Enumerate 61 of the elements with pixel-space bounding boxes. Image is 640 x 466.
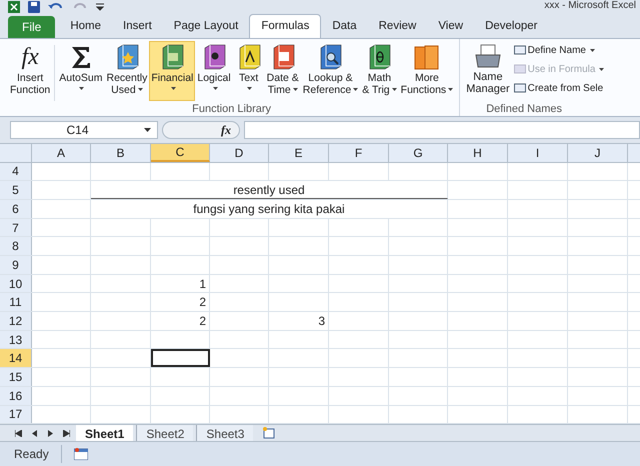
name-box[interactable]: C14 bbox=[10, 120, 158, 139]
column-header[interactable]: E bbox=[269, 144, 329, 162]
group-label: Defined Names bbox=[485, 102, 564, 117]
ribbon-tab[interactable]: Data bbox=[321, 16, 368, 38]
row-header[interactable]: 5 bbox=[0, 181, 32, 199]
row-header[interactable]: 11 bbox=[0, 293, 32, 312]
ribbon-button[interactable]: More Functions bbox=[398, 40, 456, 101]
ribbon-button[interactable]: Lookup & Reference bbox=[300, 40, 360, 101]
function-icon: fx bbox=[21, 44, 39, 70]
ribbon-button[interactable]: Financial bbox=[149, 40, 196, 101]
ribbon-button[interactable]: Date & Time bbox=[264, 40, 301, 101]
row-header[interactable]: 17 bbox=[0, 406, 32, 424]
ribbon-tab[interactable]: Developer bbox=[474, 16, 548, 38]
group-label: Function Library bbox=[191, 102, 272, 117]
sheet-tab[interactable]: Sheet2 bbox=[136, 424, 194, 442]
row-header[interactable]: 4 bbox=[0, 162, 32, 180]
sheet-tab[interactable]: Sheet3 bbox=[196, 424, 254, 442]
ribbon-tab[interactable]: View bbox=[427, 16, 474, 38]
row-header[interactable]: 10 bbox=[0, 274, 32, 292]
row-header[interactable]: 6 bbox=[0, 200, 32, 218]
column-header[interactable]: A bbox=[32, 144, 91, 162]
sheet-tab[interactable]: Sheet1 bbox=[76, 424, 134, 442]
column-header[interactable]: C bbox=[151, 144, 210, 162]
ribbon-tab[interactable]: Formulas bbox=[249, 14, 322, 38]
column-header[interactable]: D bbox=[210, 144, 269, 162]
row-header[interactable]: 8 bbox=[0, 237, 32, 256]
file-tab[interactable]: File bbox=[8, 16, 56, 38]
ribbon-menu-button[interactable]: Create from Sele bbox=[514, 80, 604, 96]
row-header[interactable]: 9 bbox=[0, 256, 32, 274]
cell-text: 3 bbox=[318, 312, 325, 330]
status-text: Ready bbox=[14, 445, 62, 464]
window-title: xxx - Microsoft Excel bbox=[544, 0, 636, 12]
name-manager-button[interactable]: Name Manager bbox=[466, 40, 510, 101]
row-header[interactable]: 15 bbox=[0, 368, 32, 386]
ribbon-button[interactable]: Logical bbox=[195, 40, 233, 101]
column-header[interactable]: F bbox=[329, 144, 389, 162]
ribbon-tab[interactable]: Insert bbox=[112, 16, 163, 38]
ribbon-button[interactable]: fx Insert Function bbox=[8, 40, 52, 101]
cell-text: fungsi yang sering kita pakai bbox=[193, 200, 345, 218]
row-header[interactable]: 13 bbox=[0, 330, 32, 348]
column-header[interactable]: J bbox=[568, 144, 628, 162]
row-header[interactable]: 7 bbox=[0, 218, 32, 236]
cell-text: 2 bbox=[199, 294, 206, 312]
row-header[interactable]: 16 bbox=[0, 386, 32, 405]
cell-text: 2 bbox=[199, 312, 206, 330]
row-header[interactable]: 14 bbox=[0, 349, 32, 368]
ribbon-tab[interactable]: Review bbox=[368, 16, 428, 38]
cell-text: 1 bbox=[199, 276, 206, 293]
column-header[interactable]: I bbox=[508, 144, 568, 162]
ribbon-tab[interactable]: Home bbox=[59, 16, 112, 38]
column-header[interactable]: H bbox=[448, 144, 508, 162]
ribbon-tab[interactable]: Page Layout bbox=[162, 16, 250, 38]
ribbon-button[interactable]: Math & Trig bbox=[360, 40, 399, 101]
insert-function-button[interactable]: fx bbox=[221, 122, 231, 137]
ribbon-button[interactable]: AutoSum bbox=[57, 40, 104, 101]
row-header[interactable]: 12 bbox=[0, 312, 32, 330]
ribbon-menu-button[interactable]: Define Name bbox=[514, 42, 604, 58]
column-header[interactable]: G bbox=[389, 144, 448, 162]
ribbon-button[interactable]: Text bbox=[232, 40, 265, 101]
ribbon-button[interactable]: Recently Used bbox=[104, 40, 150, 101]
cell-text: resently used bbox=[233, 182, 305, 199]
